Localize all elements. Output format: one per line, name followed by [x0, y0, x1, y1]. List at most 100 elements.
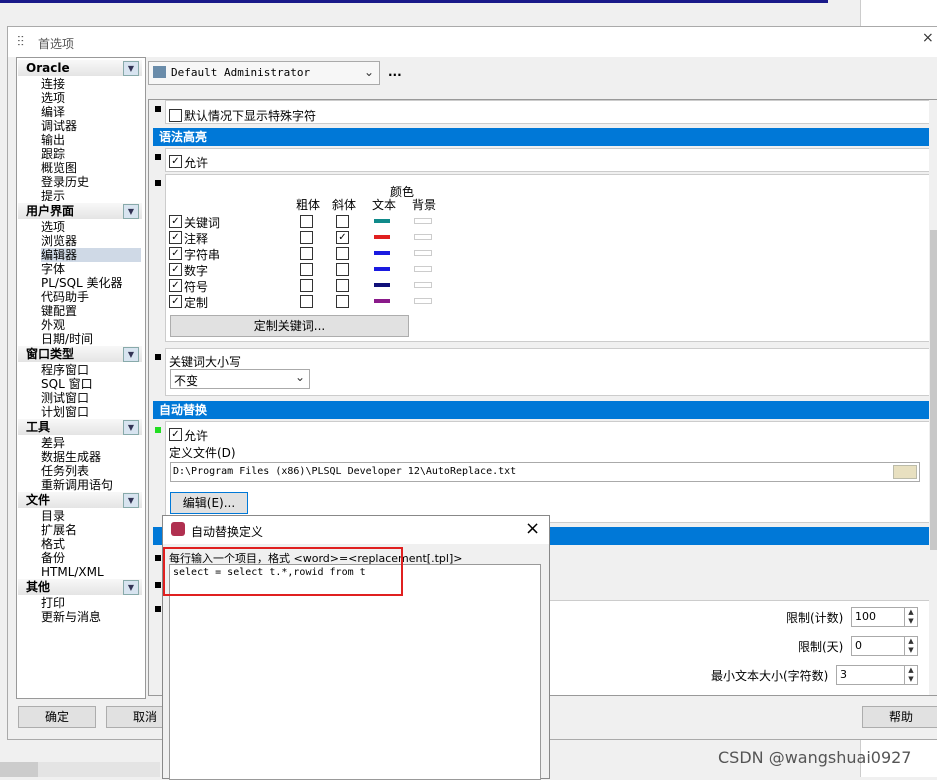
tree-item[interactable]: 外观 — [41, 318, 65, 332]
tree-item[interactable]: 编辑器 — [41, 248, 141, 262]
tree-item[interactable]: 登录历史 — [41, 175, 89, 189]
tree-item[interactable]: 概览图 — [41, 161, 77, 175]
tree-item[interactable]: 键配置 — [41, 304, 77, 318]
custom-keywords-button[interactable]: 定制关键词... — [170, 315, 409, 337]
syntax-allow-checkbox[interactable]: ✓ — [169, 155, 182, 168]
limit-count-input[interactable]: 100 ▲ ▼ — [851, 607, 918, 627]
tree-item[interactable]: PL/SQL 美化器 — [41, 276, 123, 290]
syntax-enable-checkbox[interactable]: ✓ — [169, 279, 182, 292]
tree-item[interactable]: 备份 — [41, 551, 65, 565]
special-chars-checkbox[interactable] — [169, 109, 182, 122]
profile-more-button[interactable]: ... — [388, 65, 402, 79]
tree-category[interactable]: 工具 ▼ — [18, 419, 142, 435]
tree-item[interactable]: 计划窗口 — [41, 405, 89, 419]
tree-item[interactable]: 字体 — [41, 262, 65, 276]
bold-checkbox[interactable] — [300, 231, 313, 244]
definition-file-input[interactable]: D:\Program Files (x86)\PLSQL Developer 1… — [170, 462, 920, 482]
tree-category[interactable]: 用户界面 ▼ — [18, 203, 142, 219]
close-icon[interactable]: × — [525, 518, 540, 539]
tree-item[interactable]: 代码助手 — [41, 290, 89, 304]
background-color-swatch[interactable] — [414, 266, 432, 272]
background-color-swatch[interactable] — [414, 298, 432, 304]
tree-item[interactable]: 日期/时间 — [41, 332, 93, 346]
tree-item[interactable]: 重新调用语句 — [41, 478, 113, 492]
tree-item[interactable]: 格式 — [41, 537, 65, 551]
text-color-swatch[interactable] — [374, 219, 390, 223]
tree-category[interactable]: 文件 ▼ — [18, 492, 142, 508]
tree-item[interactable]: 任务列表 — [41, 464, 89, 478]
collapse-icon[interactable]: ▼ — [123, 420, 139, 435]
tree-item[interactable]: 数据生成器 — [41, 450, 101, 464]
tree-item[interactable]: 调试器 — [41, 119, 77, 133]
collapse-icon[interactable]: ▼ — [123, 580, 139, 595]
tree-item[interactable]: HTML/XML — [41, 565, 104, 579]
syntax-enable-checkbox[interactable]: ✓ — [169, 295, 182, 308]
background-color-swatch[interactable] — [414, 282, 432, 288]
tree-category[interactable]: Oracle ▼ — [18, 60, 142, 76]
bold-checkbox[interactable] — [300, 295, 313, 308]
syntax-enable-checkbox[interactable]: ✓ — [169, 231, 182, 244]
dialog-close-icon[interactable]: × — [922, 30, 934, 46]
text-color-swatch[interactable] — [374, 299, 390, 303]
ok-button[interactable]: 确定 — [18, 706, 96, 728]
bold-checkbox[interactable] — [300, 247, 313, 260]
bold-checkbox[interactable] — [300, 215, 313, 228]
tree-item[interactable]: 编译 — [41, 105, 65, 119]
tree-item[interactable]: SQL 窗口 — [41, 377, 93, 391]
italic-checkbox[interactable] — [336, 215, 349, 228]
text-color-swatch[interactable] — [374, 251, 390, 255]
tree-item[interactable]: 扩展名 — [41, 523, 77, 537]
collapse-icon[interactable]: ▼ — [123, 347, 139, 362]
profile-combo[interactable]: Default Administrator ⌄ — [148, 61, 380, 85]
folder-icon[interactable] — [893, 465, 917, 479]
italic-checkbox[interactable]: ✓ — [336, 231, 349, 244]
tree-item[interactable]: 提示 — [41, 189, 65, 203]
tree-item[interactable]: 输出 — [41, 133, 65, 147]
bold-checkbox[interactable] — [300, 279, 313, 292]
tree-item[interactable]: 选项 — [41, 220, 65, 234]
spinner-arrows-icon[interactable]: ▲ ▼ — [904, 608, 917, 626]
collapse-icon[interactable]: ▼ — [123, 493, 139, 508]
background-color-swatch[interactable] — [414, 218, 432, 224]
tree-item[interactable]: 更新与消息 — [41, 610, 101, 624]
spinner-arrows-icon[interactable]: ▲ ▼ — [904, 666, 917, 684]
bold-checkbox[interactable] — [300, 263, 313, 276]
italic-checkbox[interactable] — [336, 247, 349, 260]
tree-category[interactable]: 其他 ▼ — [18, 579, 142, 595]
background-window-bar — [0, 0, 828, 3]
tree-item[interactable]: 打印 — [41, 596, 65, 610]
background-color-swatch[interactable] — [414, 250, 432, 256]
tree-item[interactable]: 连接 — [41, 77, 65, 91]
autoreplace-editor[interactable]: select = select t.*,rowid from t — [169, 564, 541, 780]
tree-item[interactable]: 浏览器 — [41, 234, 77, 248]
syntax-enable-checkbox[interactable]: ✓ — [169, 215, 182, 228]
syntax-enable-checkbox[interactable]: ✓ — [169, 263, 182, 276]
tree-category[interactable]: 窗口类型 ▼ — [18, 346, 142, 362]
autoreplace-allow-checkbox[interactable]: ✓ — [169, 428, 182, 441]
special-chars-label: 默认情况下显示特殊字符 — [184, 109, 317, 123]
tree-item[interactable]: 目录 — [41, 509, 65, 523]
italic-checkbox[interactable] — [336, 263, 349, 276]
tree-item[interactable]: 程序窗口 — [41, 363, 89, 377]
keyword-case-select[interactable]: 不变 ⌄ — [170, 369, 310, 389]
category-tree[interactable]: Oracle ▼ 连接 选项 编译 调试器 输出 跟踪 概览图 登录历史 提示 用户界面 ▼ 选项 浏览器编… — [16, 57, 146, 699]
panel-scrollbar-thumb[interactable] — [930, 230, 937, 550]
collapse-icon[interactable]: ▼ — [123, 204, 139, 219]
background-color-swatch[interactable] — [414, 234, 432, 240]
text-color-swatch[interactable] — [374, 235, 390, 239]
syntax-enable-checkbox[interactable]: ✓ — [169, 247, 182, 260]
tree-item[interactable]: 选项 — [41, 91, 65, 105]
spinner-arrows-icon[interactable]: ▲ ▼ — [904, 637, 917, 655]
tree-item[interactable]: 测试窗口 — [41, 391, 89, 405]
text-color-swatch[interactable] — [374, 283, 390, 287]
text-color-swatch[interactable] — [374, 267, 390, 271]
limit-days-input[interactable]: 0 ▲ ▼ — [851, 636, 918, 656]
collapse-icon[interactable]: ▼ — [123, 61, 139, 76]
edit-button[interactable]: 编辑(E)... — [170, 492, 248, 514]
help-button[interactable]: 帮助 — [862, 706, 937, 728]
italic-checkbox[interactable] — [336, 295, 349, 308]
tree-item[interactable]: 跟踪 — [41, 147, 65, 161]
min-text-size-input[interactable]: 3 ▲ ▼ — [836, 665, 918, 685]
italic-checkbox[interactable] — [336, 279, 349, 292]
tree-item[interactable]: 差异 — [41, 436, 65, 450]
